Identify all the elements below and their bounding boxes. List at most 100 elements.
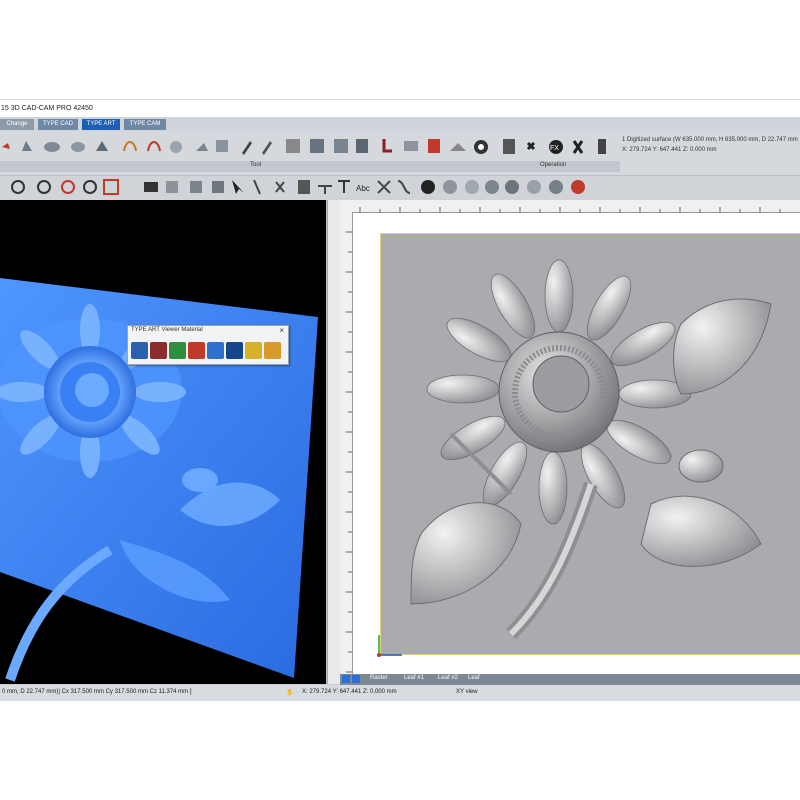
scale-icon [404, 141, 418, 151]
surface-info: 1 Digitized surface (W 635.000 mm, H 635… [622, 137, 798, 143]
cone-icon [196, 143, 208, 151]
layer-icon [356, 139, 368, 153]
color-relief-icon [428, 139, 440, 153]
layer-tab-raster[interactable]: Raster [370, 675, 388, 681]
status-view: XY view [456, 689, 478, 695]
measure-icon [253, 179, 261, 195]
layer-tab-leaf[interactable]: Leaf [468, 675, 480, 681]
cad-cam-window: 15 3D CAD-CAM PRO 42450 Change TYPE CAD … [0, 99, 800, 701]
window-title: 15 3D CAD-CAM PRO 42450 [1, 105, 93, 112]
blend-icon [465, 180, 479, 194]
text-tool-icon [338, 180, 350, 193]
cross-icon [526, 141, 536, 151]
offset-icon [527, 180, 541, 194]
viewer-material-popup: TYPE ART Viewer Material × [127, 325, 289, 365]
box-relief-icon [334, 139, 348, 153]
popup-title: TYPE ART Viewer Material [131, 327, 203, 333]
abc-text-icon: Abc [356, 184, 370, 193]
status-bar: 0 mm, D 22.747 mm)| Cx 317.500 mm Cy 317… [0, 685, 800, 701]
sweep2-icon [147, 141, 161, 152]
left-viewport-scrollbar[interactable] [327, 200, 340, 684]
arrow-tool-icon [2, 143, 10, 149]
ribbon-icon-strip: FX [2, 139, 606, 155]
layer-tab-leaf-1[interactable]: Leaf #1 [404, 675, 424, 681]
status-dimensions: 0 mm, D 22.747 mm)| Cx 317.500 mm Cy 317… [2, 689, 192, 695]
view-top-icon [166, 181, 178, 193]
combine-icon [505, 180, 519, 194]
light-icon[interactable] [245, 342, 262, 359]
dome-icon [44, 142, 60, 152]
surface-info-panel: 1 Digitized surface (W 635.000 mm, H 635… [622, 135, 800, 165]
view-toolbar: Abc [0, 175, 800, 200]
pointer-icon [232, 180, 244, 194]
status-coords: X: 279.724 Y: 647.441 Z: 0.000 mm [302, 689, 397, 695]
leaf-lower-left [410, 502, 522, 605]
brush-icon [262, 141, 272, 155]
3d-relief-render [0, 278, 318, 682]
ribbon: Change TYPE CAD TYPE ART TYPE CAM FX Too… [0, 117, 800, 175]
view-side-icon [212, 181, 224, 193]
relief-panel [380, 233, 800, 655]
svg-text:FX: FX [550, 145, 559, 152]
zoom-in-icon [37, 180, 51, 194]
zoom-window-icon [83, 180, 97, 194]
title-bar: 15 3D CAD-CAM PRO 42450 [0, 99, 800, 118]
operation-icons[interactable]: FX [503, 139, 606, 154]
axis-x-icon[interactable] [169, 342, 186, 359]
flatten-icon [450, 143, 466, 151]
plane-icon [216, 140, 228, 152]
fillet-icon [443, 180, 457, 194]
layer-add-button[interactable] [342, 675, 350, 683]
origin-axis-icon [377, 635, 402, 657]
axis-y-icon[interactable] [188, 342, 205, 359]
smooth-icon [382, 139, 392, 153]
tab-type-cam[interactable]: TYPE CAM [124, 119, 166, 130]
layer-remove-button[interactable] [352, 675, 360, 683]
weave-icon [549, 180, 563, 194]
pyramid-icon [96, 141, 108, 151]
horizontal-ruler [340, 200, 800, 213]
surface-coords: X: 279.724 Y: 647.441 Z: 0.000 mm [622, 147, 717, 153]
vertical-ruler [340, 212, 353, 684]
node-icon [298, 180, 310, 194]
curve-icon [397, 180, 411, 194]
ribbon-tool-icons: FX [0, 135, 620, 159]
view-front-icon [190, 181, 202, 193]
leaf-lower-right [640, 495, 762, 567]
split-icon [318, 185, 332, 194]
tab-type-art[interactable]: TYPE ART [82, 119, 120, 130]
view-toolbar-icons[interactable]: Abc [0, 176, 620, 198]
material-render-icon[interactable] [150, 342, 167, 359]
light-settings-icon[interactable] [264, 342, 281, 359]
snowflake-icon [572, 140, 584, 154]
relief-tool-icons[interactable] [2, 139, 488, 155]
3d-preview-viewport[interactable]: TYPE ART Viewer Material × [0, 200, 326, 684]
target-icon [571, 180, 585, 194]
circle-relief-icon [170, 141, 182, 153]
flower-bud [678, 449, 724, 483]
zoom-icon [11, 180, 25, 194]
material-palette-icon[interactable] [131, 342, 148, 359]
tab-change[interactable]: Change [0, 119, 34, 130]
tab-type-cad[interactable]: TYPE CAD [38, 119, 78, 130]
revolve-icon [71, 142, 85, 152]
ribbon-tab-row: Change TYPE CAD TYPE ART TYPE CAM [0, 117, 800, 131]
list-icon [598, 139, 606, 154]
group-label-operation: Operation [540, 162, 567, 168]
vector-icon [377, 180, 391, 194]
zoom-out-icon [61, 180, 75, 194]
popup-close-button[interactable]: × [279, 326, 284, 335]
view-3d-icon[interactable] [226, 342, 243, 359]
texture-icon [286, 139, 300, 153]
sunflower-relief-render [410, 259, 772, 639]
extrude-icon [22, 141, 32, 151]
merge-icon [485, 180, 499, 194]
layer-tab-leaf-2[interactable]: Leaf #2 [438, 675, 458, 681]
axis-z-icon[interactable] [207, 342, 224, 359]
group-label-tool: Tool [250, 162, 262, 168]
cut-icon [275, 181, 285, 193]
zoom-extents-icon [103, 179, 119, 195]
pen-icon [242, 141, 252, 155]
horizontal-ruler-ticks [359, 207, 781, 213]
stamp-icon [310, 139, 324, 153]
